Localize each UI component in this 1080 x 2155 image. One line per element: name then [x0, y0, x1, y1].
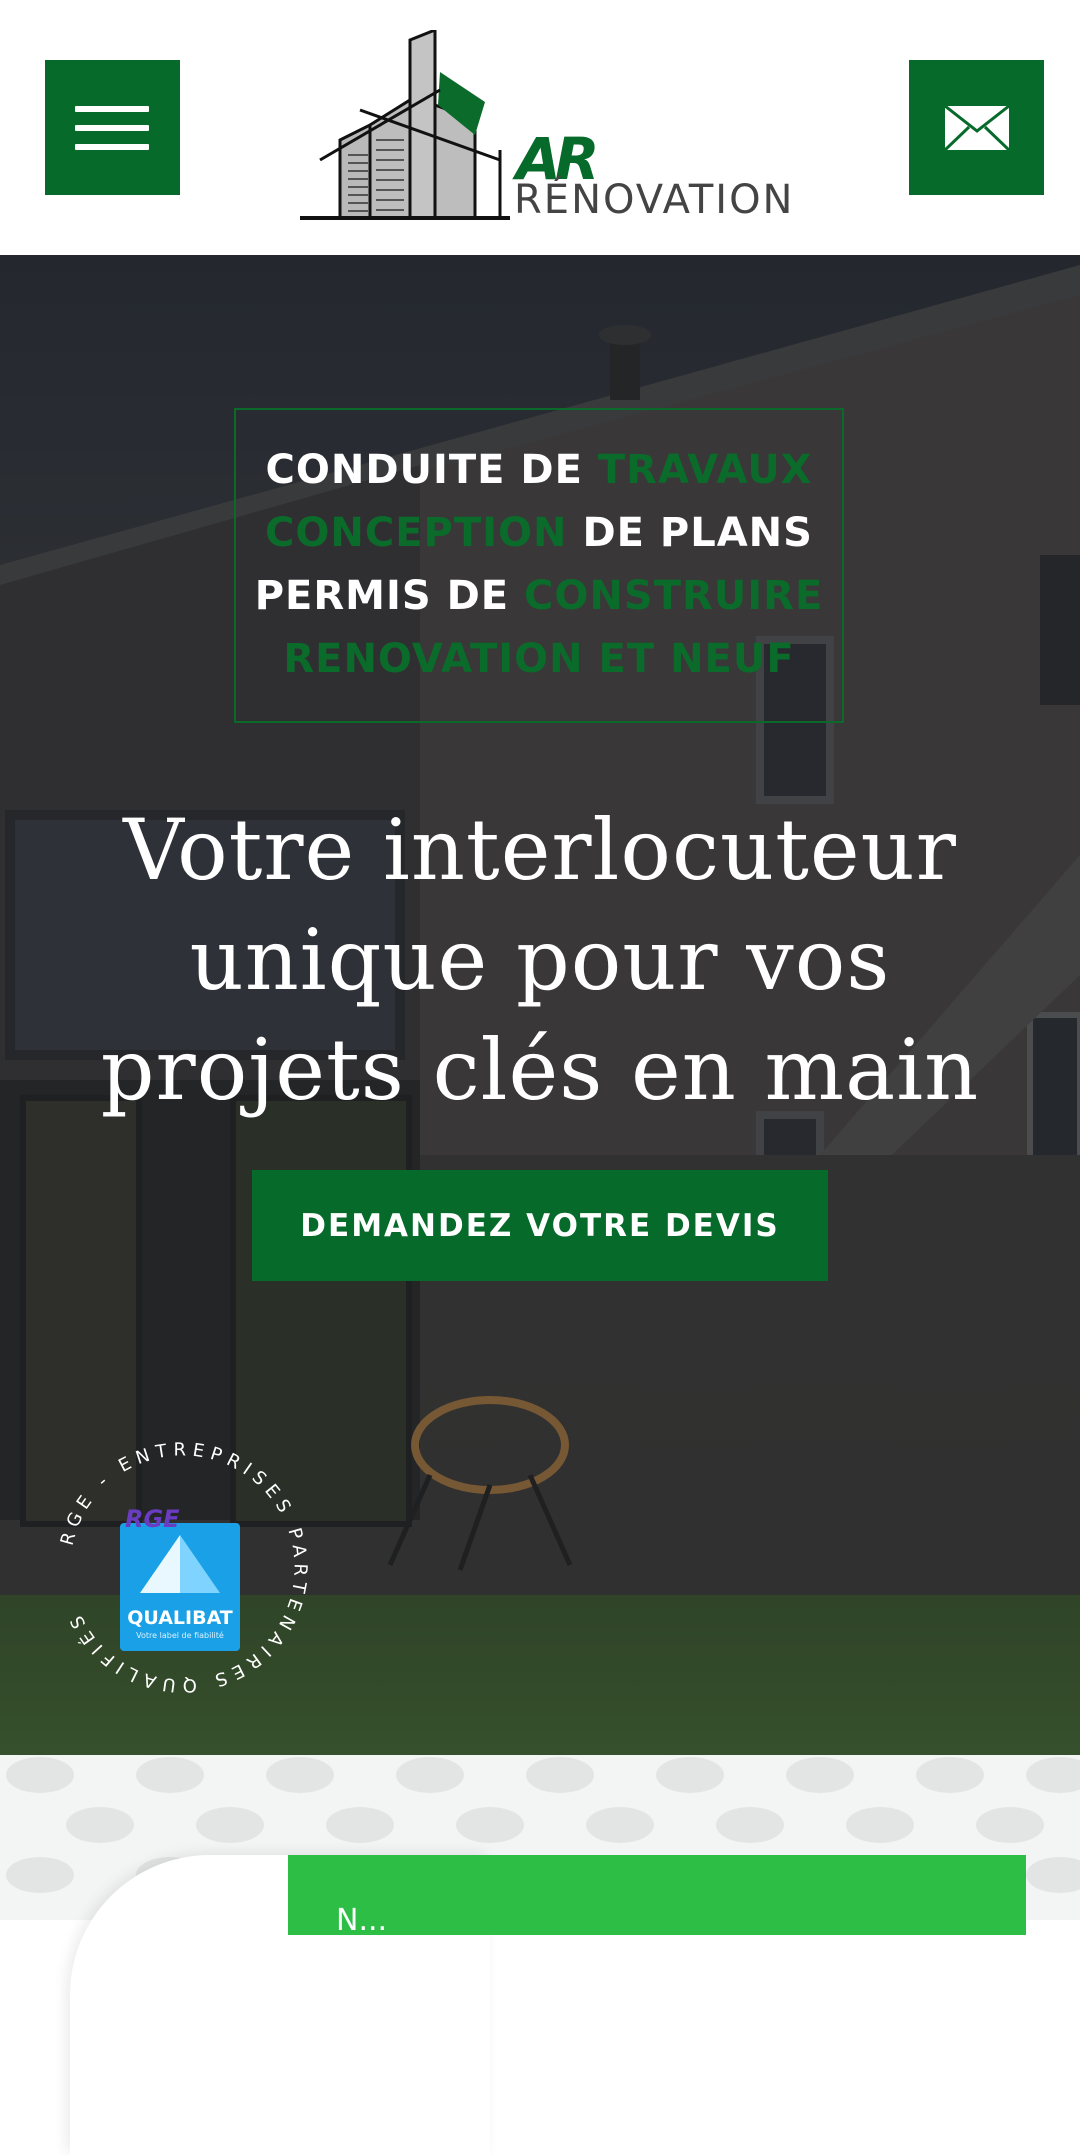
- menu-button[interactable]: [45, 60, 180, 195]
- qualibat-pyramid-icon: [140, 1535, 220, 1593]
- service-highlight: TRAVAUX: [597, 447, 813, 493]
- logo-name: RÉNOVATION: [514, 177, 795, 223]
- envelope-icon: [943, 104, 1010, 151]
- qualibat-tagline: Votre label de fiabilité: [136, 1631, 224, 1640]
- services-box: CONDUITE DE TRAVAUX CONCEPTION DE PLANS …: [234, 408, 844, 723]
- service-highlight: CONCEPTION: [265, 510, 568, 556]
- service-text: CONDUITE DE: [265, 447, 583, 493]
- intro-card-text: N...: [336, 1903, 388, 1938]
- service-line-3: PERMIS DE CONSTRUIRE: [236, 576, 842, 616]
- service-line-4: RENOVATION ET NEUF: [236, 639, 842, 679]
- service-line-1: CONDUITE DE TRAVAUX: [236, 450, 842, 490]
- service-highlight: CONSTRUIRE: [524, 573, 824, 619]
- qualibat-label: QUALIBAT: [127, 1607, 233, 1629]
- request-quote-button[interactable]: DEMANDEZ VOTRE DEVIS: [252, 1170, 828, 1281]
- service-line-2: CONCEPTION DE PLANS: [236, 513, 842, 553]
- hero-headline: Votre interlocuteur unique pour vos proj…: [100, 801, 980, 1119]
- site-header: AR RÉNOVATION: [0, 0, 1080, 255]
- service-highlight: RENOVATION ET NEUF: [283, 636, 795, 682]
- service-text: PERMIS DE: [254, 573, 510, 619]
- site-logo[interactable]: AR RÉNOVATION: [300, 30, 792, 230]
- hero-section: CONDUITE DE TRAVAUX CONCEPTION DE PLANS …: [0, 255, 1080, 1755]
- contact-mail-button[interactable]: [909, 60, 1044, 195]
- rge-label: RGE: [125, 1505, 180, 1533]
- qualibat-logo: QUALIBAT Votre label de fiabilité: [120, 1523, 240, 1651]
- service-text: DE PLANS: [582, 510, 813, 556]
- intro-card: N...: [288, 1855, 1026, 1938]
